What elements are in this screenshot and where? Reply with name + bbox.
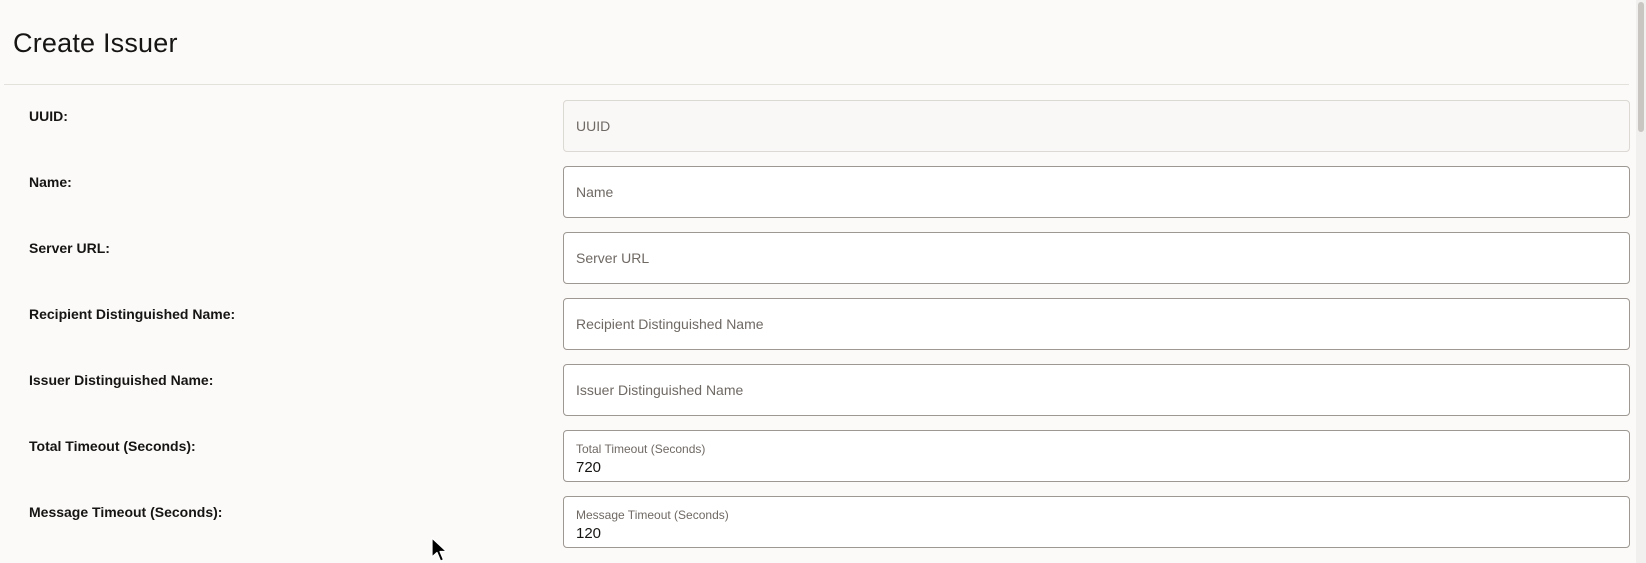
name-row: Name:: [0, 166, 1646, 232]
recipient-dn-input[interactable]: [576, 299, 1616, 349]
name-field[interactable]: [563, 166, 1630, 218]
recipient-dn-field[interactable]: [563, 298, 1630, 350]
page-title: Create Issuer: [13, 28, 178, 58]
issuer-dn-row: Issuer Distinguished Name:: [0, 364, 1646, 430]
vertical-scrollbar[interactable]: [1636, 0, 1646, 563]
name-label: Name:: [29, 174, 72, 190]
uuid-input[interactable]: [576, 101, 1616, 151]
message-timeout-row: Message Timeout (Seconds): Message Timeo…: [0, 496, 1646, 562]
issuer-dn-label: Issuer Distinguished Name:: [29, 372, 214, 388]
server-url-row: Server URL:: [0, 232, 1646, 298]
server-url-input[interactable]: [576, 233, 1616, 283]
total-timeout-inner-label: Total Timeout (Seconds): [576, 442, 706, 456]
create-issuer-page: Create Issuer UUID: Name: Server URL: Re…: [0, 0, 1646, 563]
issuer-dn-input[interactable]: [576, 365, 1616, 415]
issuer-dn-field[interactable]: [563, 364, 1630, 416]
server-url-label: Server URL:: [29, 240, 110, 256]
recipient-dn-label: Recipient Distinguished Name:: [29, 306, 236, 322]
page-header: Create Issuer: [4, 0, 1629, 85]
total-timeout-input[interactable]: [576, 457, 1616, 477]
message-timeout-label: Message Timeout (Seconds):: [29, 504, 223, 520]
message-timeout-field[interactable]: Message Timeout (Seconds): [563, 496, 1630, 548]
mouse-pointer-icon: [431, 537, 448, 562]
server-url-field[interactable]: [563, 232, 1630, 284]
uuid-field[interactable]: [563, 100, 1630, 152]
message-timeout-input[interactable]: [576, 523, 1616, 543]
total-timeout-row: Total Timeout (Seconds): Total Timeout (…: [0, 430, 1646, 496]
total-timeout-field[interactable]: Total Timeout (Seconds): [563, 430, 1630, 482]
uuid-label: UUID:: [29, 108, 68, 124]
uuid-row: UUID:: [0, 100, 1646, 166]
name-input[interactable]: [576, 167, 1616, 217]
message-timeout-inner-label: Message Timeout (Seconds): [576, 508, 729, 522]
recipient-dn-row: Recipient Distinguished Name:: [0, 298, 1646, 364]
scrollbar-thumb[interactable]: [1638, 2, 1644, 132]
total-timeout-label: Total Timeout (Seconds):: [29, 438, 196, 454]
